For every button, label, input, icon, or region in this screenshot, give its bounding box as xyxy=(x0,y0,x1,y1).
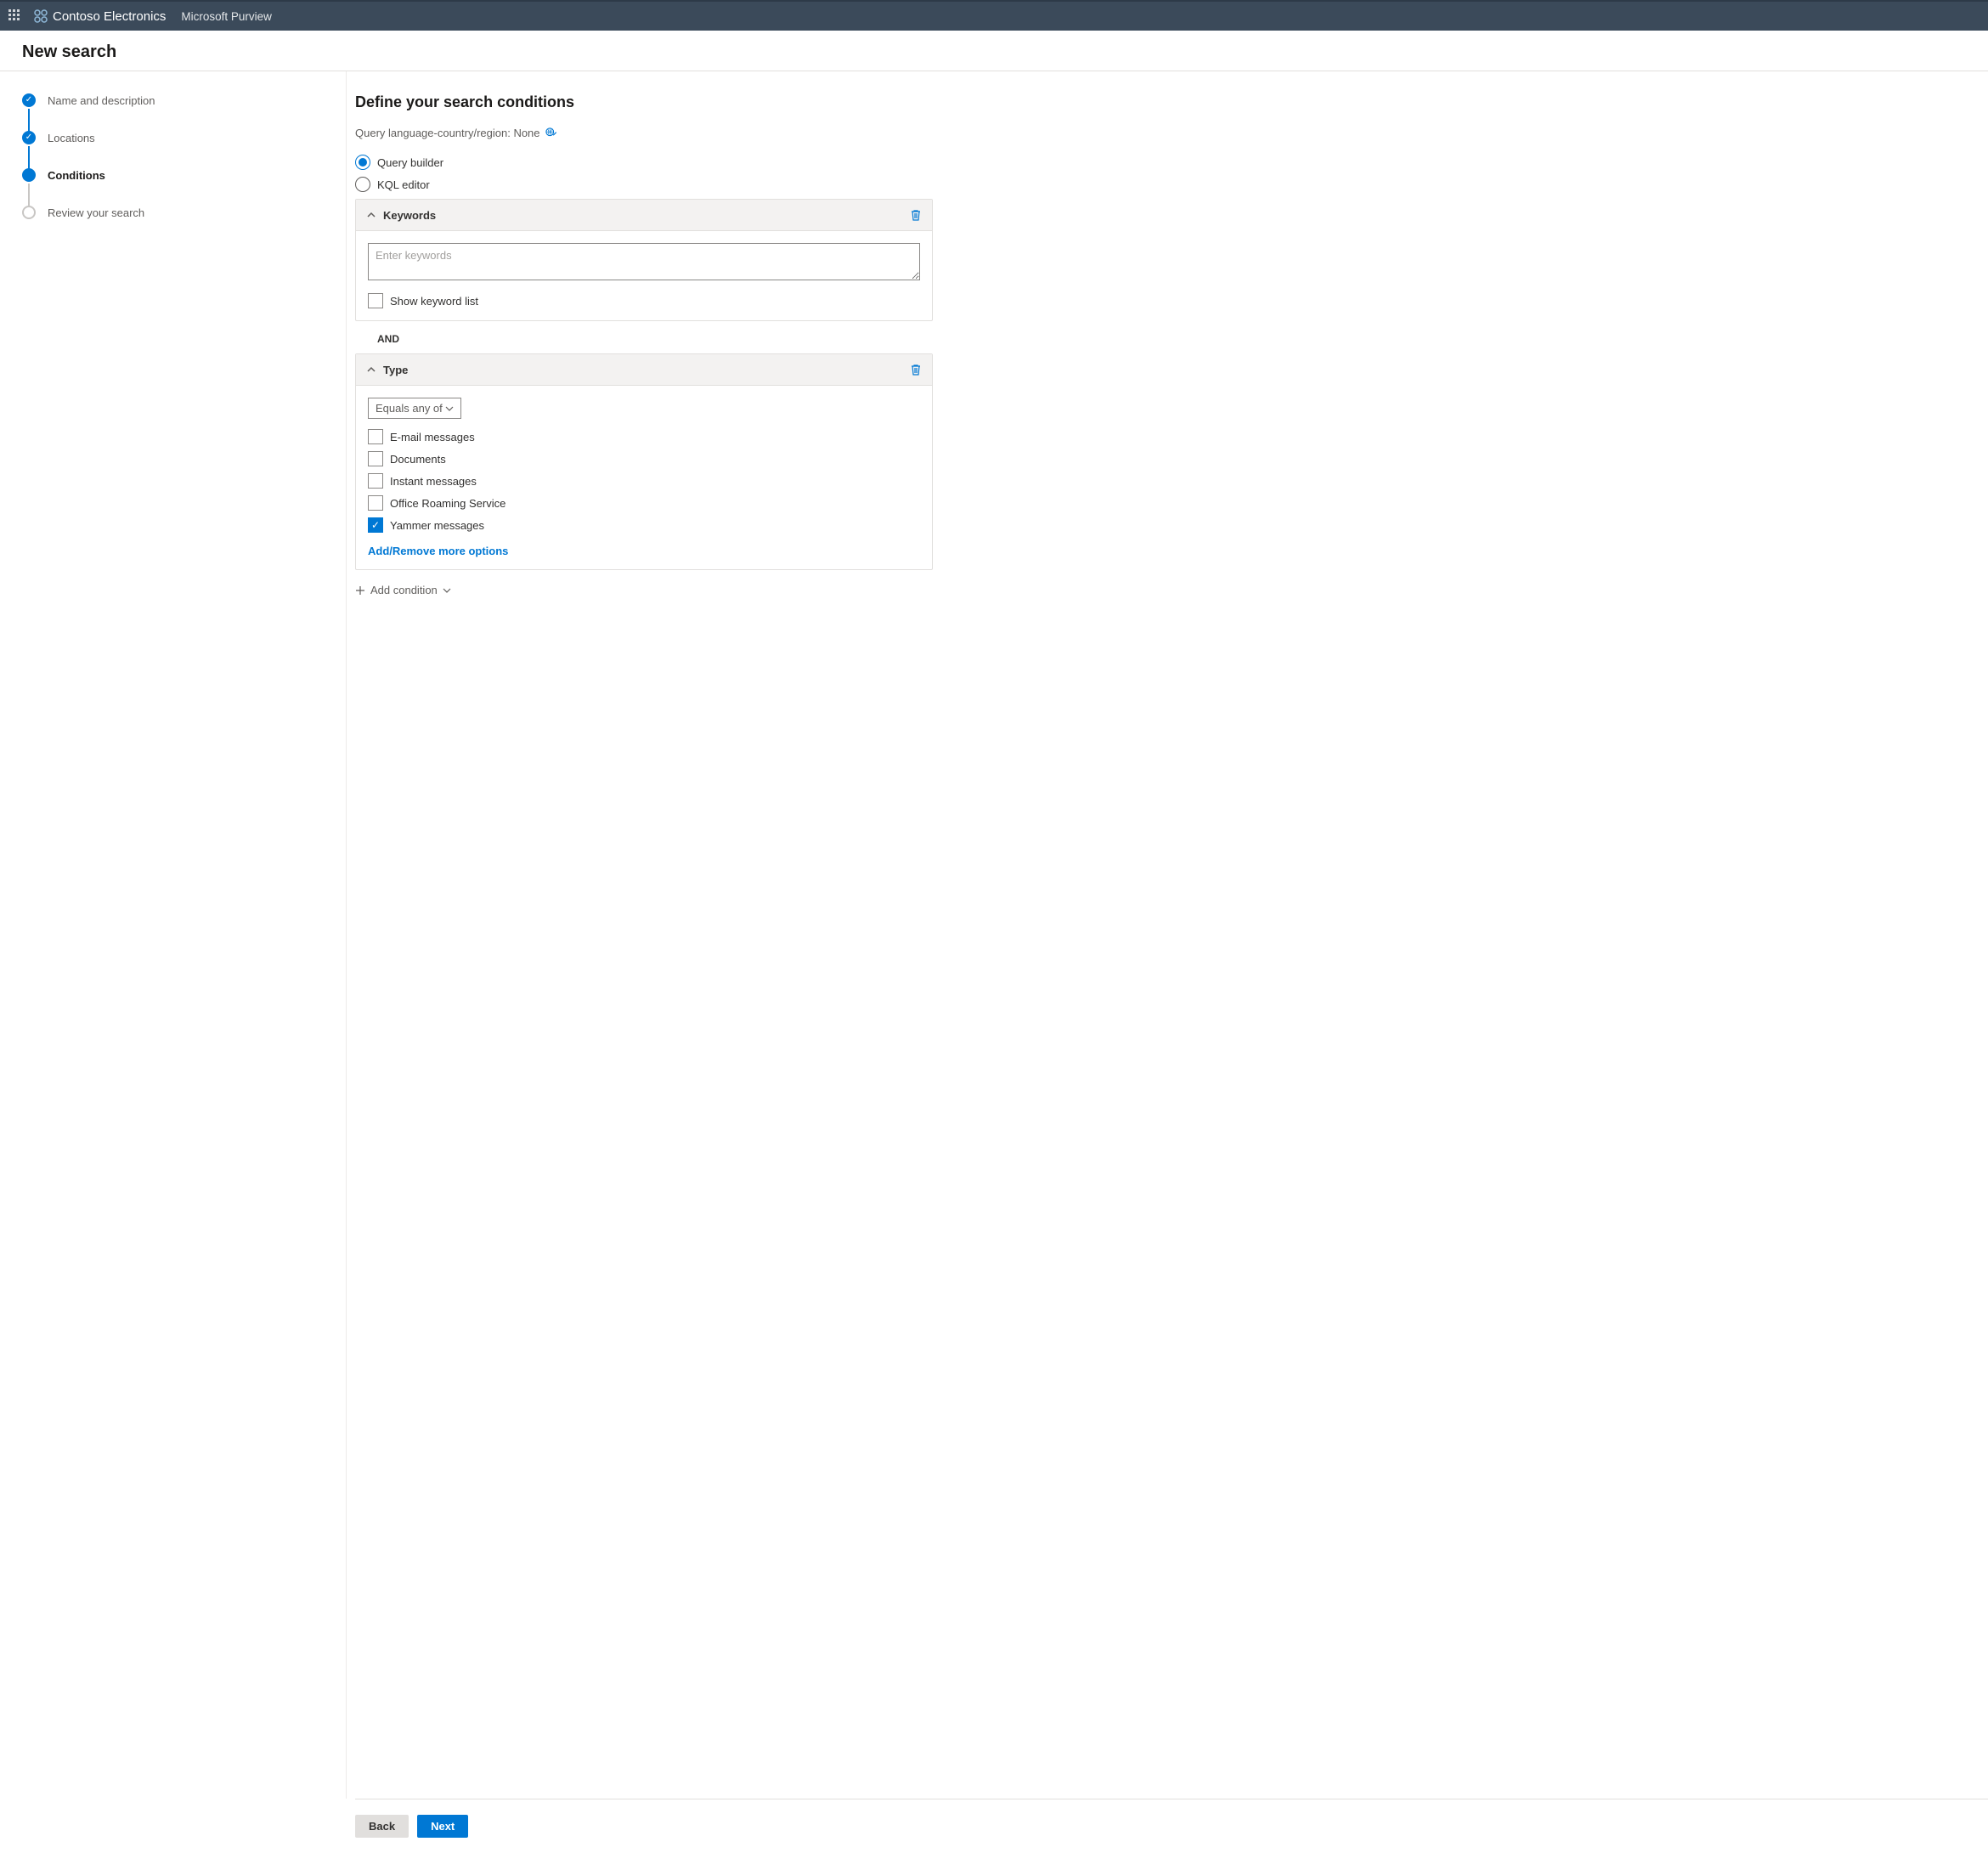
type-option[interactable]: E-mail messages xyxy=(368,429,920,444)
step-locations[interactable]: Locations xyxy=(22,131,324,168)
radio-query-builder[interactable]: Query builder xyxy=(355,155,933,170)
step-done-icon xyxy=(22,131,36,144)
checkbox-icon xyxy=(368,517,383,533)
chevron-down-icon xyxy=(445,404,454,413)
main-title: Define your search conditions xyxy=(355,93,933,111)
org-brand: Contoso Electronics xyxy=(34,9,166,24)
delete-icon[interactable] xyxy=(910,363,922,376)
step-name-description[interactable]: Name and description xyxy=(22,93,324,131)
add-condition-button[interactable]: Add condition xyxy=(355,584,451,596)
checkbox-icon xyxy=(368,495,383,511)
add-condition-label: Add condition xyxy=(370,584,438,596)
app-launcher-icon[interactable] xyxy=(8,9,22,23)
step-label: Review your search xyxy=(48,206,144,219)
type-option[interactable]: Yammer messages xyxy=(368,517,920,533)
chevron-up-icon xyxy=(366,210,376,220)
checkbox-label: Show keyword list xyxy=(390,295,478,308)
type-card: Type Equals any of E-mail messages Docume… xyxy=(355,353,933,570)
radio-label: KQL editor xyxy=(377,178,430,191)
add-remove-options-link[interactable]: Add/Remove more options xyxy=(368,545,508,557)
type-option[interactable]: Documents xyxy=(368,451,920,466)
plus-icon xyxy=(355,585,365,596)
operator-label: AND xyxy=(377,333,933,345)
page-header: New search xyxy=(0,31,1988,71)
card-title: Keywords xyxy=(383,209,436,222)
next-button[interactable]: Next xyxy=(417,1815,468,1838)
type-option[interactable]: Office Roaming Service xyxy=(368,495,920,511)
checkbox-icon xyxy=(368,473,383,489)
main-panel: Define your search conditions Query lang… xyxy=(347,71,967,1799)
step-conditions[interactable]: Conditions xyxy=(22,168,324,206)
chevron-down-icon xyxy=(443,586,451,595)
checkbox-label: Yammer messages xyxy=(390,519,484,532)
org-logo-icon xyxy=(34,9,48,23)
card-title: Type xyxy=(383,364,408,376)
checkbox-label: E-mail messages xyxy=(390,431,475,443)
radio-icon xyxy=(355,177,370,192)
radio-icon xyxy=(355,155,370,170)
radio-kql-editor[interactable]: KQL editor xyxy=(355,177,933,192)
type-operator-select[interactable]: Equals any of xyxy=(368,398,461,419)
topbar: Contoso Electronics Microsoft Purview xyxy=(0,0,1988,31)
checkbox-label: Office Roaming Service xyxy=(390,497,505,510)
type-card-header[interactable]: Type xyxy=(356,354,932,386)
checkbox-icon xyxy=(368,293,383,308)
step-review[interactable]: Review your search xyxy=(22,206,324,219)
step-done-icon xyxy=(22,93,36,107)
checkbox-label: Instant messages xyxy=(390,475,477,488)
query-language-row: Query language-country/region: None xyxy=(355,127,933,139)
keywords-card-header[interactable]: Keywords xyxy=(356,200,932,231)
app-name[interactable]: Microsoft Purview xyxy=(181,10,272,23)
step-label: Locations xyxy=(48,132,95,144)
keywords-input[interactable] xyxy=(368,243,920,280)
chevron-up-icon xyxy=(366,364,376,375)
back-button[interactable]: Back xyxy=(355,1815,409,1838)
show-keyword-list-checkbox[interactable]: Show keyword list xyxy=(368,293,920,308)
step-pending-icon xyxy=(22,206,36,219)
checkbox-label: Documents xyxy=(390,453,446,466)
globe-edit-icon[interactable] xyxy=(545,127,557,139)
step-label: Conditions xyxy=(48,169,105,182)
wizard-sidebar: Name and description Locations Condition… xyxy=(0,71,347,1799)
delete-icon[interactable] xyxy=(910,208,922,222)
checkbox-icon xyxy=(368,429,383,444)
type-option[interactable]: Instant messages xyxy=(368,473,920,489)
query-language-label: Query language-country/region: None xyxy=(355,127,540,139)
checkbox-icon xyxy=(368,451,383,466)
step-label: Name and description xyxy=(48,94,155,107)
org-name: Contoso Electronics xyxy=(53,9,166,24)
select-value: Equals any of xyxy=(376,402,443,415)
keywords-card: Keywords Show keyword list xyxy=(355,199,933,321)
page-title: New search xyxy=(22,42,1966,62)
step-active-icon xyxy=(22,168,36,182)
radio-label: Query builder xyxy=(377,156,443,169)
